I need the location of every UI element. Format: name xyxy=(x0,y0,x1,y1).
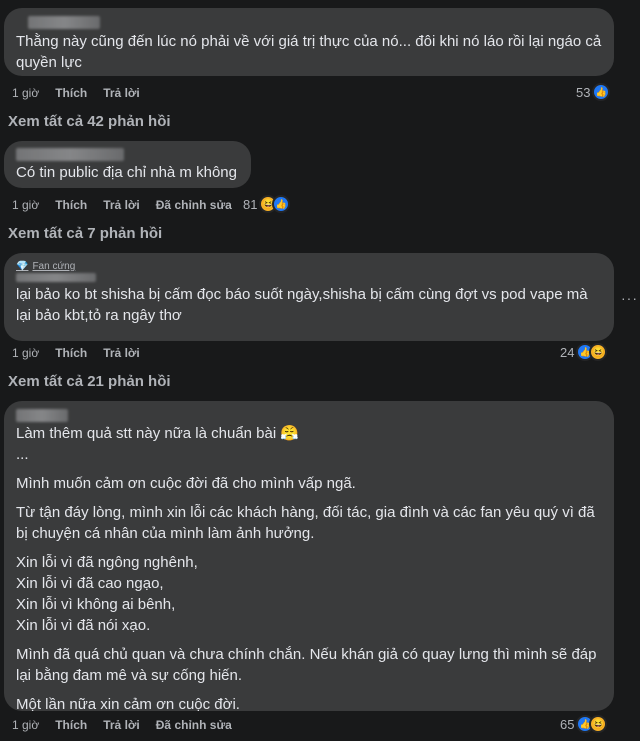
like-button[interactable]: Thích xyxy=(55,346,87,360)
reaction-summary[interactable]: 81 😆 👍 xyxy=(243,195,291,213)
diamond-icon: 💎 xyxy=(16,261,29,272)
fan-badge-label: Fan cứng xyxy=(32,261,76,272)
haha-reaction-icon: 😆 xyxy=(589,715,608,733)
like-button[interactable]: Thích xyxy=(55,718,87,732)
comment-time: 1 giờ xyxy=(12,346,40,360)
reply-button[interactable]: Trả lời xyxy=(103,198,140,212)
reaction-count: 65 xyxy=(560,716,575,732)
comment-bubble: Có tin public địa chỉ nhà m không xyxy=(4,141,251,188)
like-button[interactable]: Thích xyxy=(55,86,87,100)
more-options-icon[interactable]: ··· xyxy=(621,290,638,306)
reaction-count: 24 xyxy=(560,344,575,360)
reply-button[interactable]: Trả lời xyxy=(103,346,140,360)
comment-time: 1 giờ xyxy=(12,198,40,212)
haha-reaction-icon: 😆 xyxy=(589,343,608,361)
comment-bubble: 💎 Fan cứng lại bảo ko bt shisha bị cấm đ… xyxy=(4,253,614,341)
comment-bubble: Thằng này cũng đến lúc nó phải về với gi… xyxy=(4,8,614,76)
comment-actions: 1 giờ Thích Trả lời Đã chỉnh sửa xyxy=(12,718,232,732)
like-button[interactable]: Thích xyxy=(55,198,87,212)
reply-button[interactable]: Trả lời xyxy=(103,86,140,100)
comment-actions: 1 giờ Thích Trả lời xyxy=(12,86,140,100)
like-reaction-icon: 👍 xyxy=(272,195,291,213)
comment-actions: 1 giờ Thích Trả lời Đã chỉnh sửa xyxy=(12,198,232,212)
reaction-summary[interactable]: 53 👍 xyxy=(576,83,611,101)
comment-text: Làm thêm quả stt này nữa là chuẩn bài 😤.… xyxy=(16,425,601,713)
comment-bubble: Làm thêm quả stt này nữa là chuẩn bài 😤.… xyxy=(4,401,614,713)
reaction-summary[interactable]: 65 👍 😆 xyxy=(560,715,608,733)
comment-time: 1 giờ xyxy=(12,86,40,100)
edited-label: Đã chỉnh sửa xyxy=(155,718,232,732)
comment-time: 1 giờ xyxy=(12,718,40,732)
view-replies-link[interactable]: Xem tất cả 7 phản hồi xyxy=(8,225,162,242)
reaction-summary[interactable]: 24 👍 😆 xyxy=(560,343,608,361)
reaction-count: 53 xyxy=(576,84,591,100)
comment-text: Thằng này cũng đến lúc nó phải về với gi… xyxy=(16,33,606,71)
comment-actions: 1 giờ Thích Trả lời xyxy=(12,346,140,360)
redacted-author-name[interactable] xyxy=(16,148,124,161)
comment-text: lại bảo ko bt shisha bị cấm đọc báo suốt… xyxy=(16,286,592,324)
view-replies-link[interactable]: Xem tất cả 42 phản hồi xyxy=(8,113,171,130)
like-reaction-icon: 👍 xyxy=(592,83,611,101)
edited-label: Đã chỉnh sửa xyxy=(155,198,232,212)
reply-button[interactable]: Trả lời xyxy=(103,718,140,732)
redacted-author-name[interactable] xyxy=(28,16,100,29)
fan-badge[interactable]: 💎 Fan cứng xyxy=(16,261,602,272)
reaction-count: 81 xyxy=(243,196,258,212)
view-replies-link[interactable]: Xem tất cả 21 phản hồi xyxy=(8,373,171,390)
comment-text: Có tin public địa chỉ nhà m không xyxy=(16,164,237,181)
redacted-author-name[interactable] xyxy=(16,273,96,282)
redacted-author-name[interactable] xyxy=(16,409,68,422)
